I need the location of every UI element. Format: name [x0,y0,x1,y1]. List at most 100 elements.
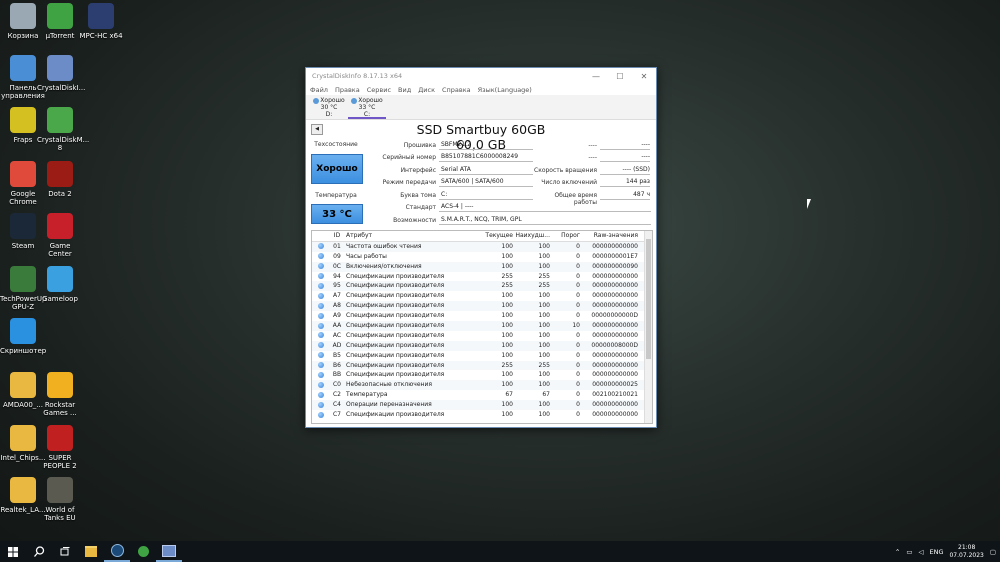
table-row[interactable]: 94 Спецификации производителя 255 255 0 00000… [312,272,652,282]
status-dot-icon [318,332,324,339]
cell-raw: 000000000000 [592,331,638,339]
header-attribute[interactable]: Атрибут [344,231,476,241]
language-indicator[interactable]: ENG [929,548,943,556]
desktop-icon[interactable]: SUPER PEOPLE 2 [37,425,83,470]
table-row[interactable]: B6 Спецификации производителя 255 255 0 00000… [312,360,652,371]
table-row[interactable]: 95 Спецификации производителя 255 255 0 00000… [312,281,652,292]
status-dot-icon [318,263,324,270]
task-view-icon [60,546,70,555]
table-row[interactable]: AD Спецификации производителя 100 100 0 00000… [312,340,652,351]
table-row[interactable]: A8 Спецификации производителя 100 100 0 00000… [312,301,652,312]
chevron-up-icon[interactable]: ⌃ [895,548,900,556]
gameloop-icon [47,266,73,292]
table-row[interactable]: B5 Спецификации производителя 100 100 0 00000… [312,351,652,361]
gpuz-icon [10,266,36,292]
desktop-icon[interactable]: µTorrent [37,3,83,40]
task-view-button[interactable] [52,541,78,562]
cell-raw: 000000000000 [592,371,638,379]
previous-disk-button[interactable]: ◀ [311,124,323,135]
dota2-icon [47,161,73,187]
table-row[interactable]: C0 Небезопасные отключения 100 100 0 00000000… [312,380,652,391]
cell-status [312,400,330,410]
cell-raw: 0000000001E7 [592,252,638,260]
notifications-icon[interactable]: ▢ [990,548,996,556]
right2-value: ---- [600,152,650,162]
crystaldiskinfo-icon [47,55,73,81]
table-row[interactable]: C4 Операции переназначения 100 100 0 00000000… [312,400,652,411]
power-on-count-label: Число включений [541,179,597,186]
cell-status [312,311,330,321]
table-row[interactable]: A7 Спецификации производителя 100 100 0 00000… [312,291,652,301]
table-row[interactable]: C7 Спецификации производителя 100 100 0 00000… [312,410,652,420]
table-row[interactable]: AC Спецификации производителя 100 100 0 00000… [312,331,652,341]
header-id[interactable]: ID [330,231,344,241]
cell-id: B6 [333,361,341,369]
cell-current: 100 [501,252,513,260]
firmware-value: SBFM21.2 [439,140,533,150]
table-row[interactable]: C2 Температура 67 67 0 002100210021 [312,390,652,400]
utorrent-taskbar-button[interactable] [130,541,156,562]
cell-current: 100 [501,411,513,419]
cell-id: B5 [333,351,341,359]
status-dot-icon [318,362,324,369]
status-dot-icon [318,273,324,280]
cell-raw: 00000000000D [591,312,638,320]
network-icon[interactable]: ▭ [906,548,912,556]
desktop-icon[interactable]: Скриншотер [0,318,46,355]
desktop-icon[interactable]: CrystalDiskI... [37,55,85,92]
transfer-mode-value: SATA/600 | SATA/600 [439,177,533,187]
table-row[interactable]: BB Спецификации производителя 100 100 0 00000… [312,370,652,380]
table-row[interactable]: 01 Частота ошибок чтения 100 100 0 0000000000… [312,241,652,252]
health-label: Техсостояние [314,141,358,148]
status-dot-icon [318,312,324,319]
volume-value: C: [439,190,533,200]
steam-icon [110,544,124,557]
cell-status [312,242,330,252]
cell-id: 09 [333,252,341,260]
header-worst[interactable]: Наихудш... [513,231,550,241]
desktop-icon[interactable]: Rockstar Games ... [37,372,83,417]
crystaldiskinfo-taskbar-button[interactable] [156,541,182,562]
rotation-value: ---- (SSD) [600,165,650,175]
table-row[interactable]: 09 Часы работы 100 100 0 0000000001E7 [312,252,652,262]
table-header: ID Атрибут Текущее Наихудш... Порог Raw-… [312,231,652,242]
steam-taskbar-button[interactable] [104,541,130,562]
cell-raw: 000000000090 [592,262,638,270]
cell-attribute: Спецификации производителя [346,411,445,419]
wot-icon [47,477,73,503]
header-threshold[interactable]: Порог [550,231,580,241]
table-row[interactable]: 0C Включения/отключения 100 100 0 00000000009… [312,261,652,272]
volume-icon[interactable]: ◁ [918,548,923,556]
right2-label: ---- [588,154,597,161]
header-current[interactable]: Текущее [476,231,513,241]
desktop-icon[interactable]: Gameloop [37,266,83,303]
desktop-icon-label: Game Center [48,242,72,258]
cell-current: 100 [501,322,513,330]
clock[interactable]: 21:08 07.07.2023 [949,544,983,560]
scrollbar-thumb[interactable] [646,239,651,359]
header-raw[interactable]: Raw-значения [580,231,640,241]
desktop-icon[interactable]: CrystalDiskM... 8 [37,107,89,152]
desktop-icon[interactable]: Game Center [37,213,83,258]
cell-attribute: Небезопасные отключения [346,381,432,389]
cell-current: 100 [501,262,513,270]
cell-attribute: Температура [346,391,388,399]
cell-attribute: Спецификации производителя [346,351,445,359]
table-row[interactable]: A9 Спецификации производителя 100 100 0 00000… [312,311,652,321]
table-scrollbar[interactable] [644,231,652,423]
desktop-icon[interactable]: Dota 2 [37,161,83,198]
desktop-icon[interactable]: MPC-HC x64 [78,3,124,40]
taskbar: ⌃ ▭ ◁ ENG 21:08 07.07.2023 ▢ [0,541,1000,562]
table-row[interactable]: AA Спецификации производителя 100 100 10 0000… [312,321,652,331]
cell-attribute: Спецификации производителя [346,312,445,320]
health-status-button[interactable]: Хорошо [311,154,363,184]
desktop-icon[interactable]: World of Tanks EU [37,477,83,522]
file-explorer-button[interactable] [78,541,104,562]
desktop-icon-label: MPC-HC x64 [79,32,123,40]
search-button[interactable] [26,541,52,562]
cell-worst: 255 [538,272,550,280]
start-button[interactable] [0,541,26,562]
cell-current: 100 [501,371,513,379]
power-on-hours-label: Общее время работы [554,192,597,206]
cell-raw: 000000000000 [592,361,638,369]
